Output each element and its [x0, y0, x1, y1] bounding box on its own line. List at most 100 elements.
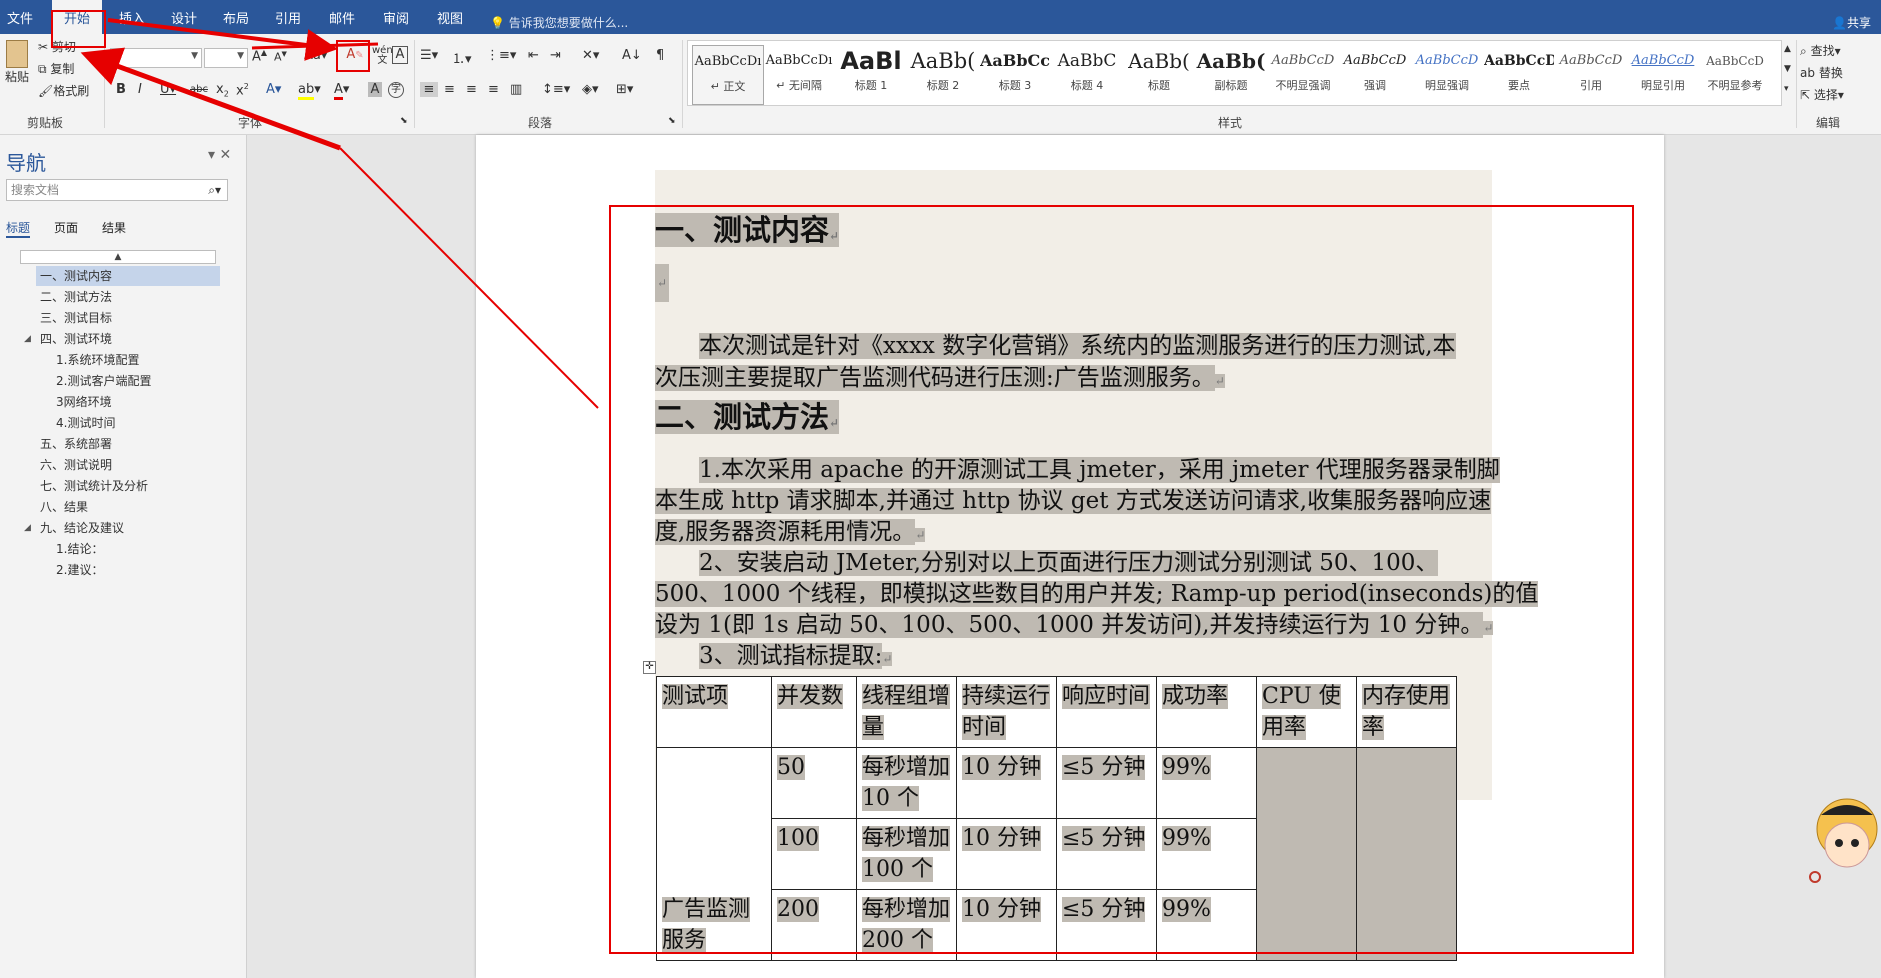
subscript-icon[interactable]: x2: [216, 82, 229, 99]
expand-triangle-icon[interactable]: ◢: [24, 523, 31, 533]
group-divider: [414, 40, 415, 128]
enclose-characters-icon[interactable]: 字: [388, 82, 404, 98]
chinese-layout-icon[interactable]: ✕▾: [582, 48, 599, 63]
shrink-font-icon[interactable]: A▼: [274, 50, 287, 64]
multilevel-list-icon[interactable]: ⋮≡▾: [486, 48, 516, 63]
collapse-all-button[interactable]: ▲: [20, 250, 216, 264]
expand-triangle-icon[interactable]: ◢: [24, 334, 31, 344]
tab-view[interactable]: 视图: [428, 0, 472, 34]
style-item[interactable]: AaBbCcD 不明显强调: [1268, 45, 1338, 103]
highlight-color-icon[interactable]: ab▾: [298, 82, 321, 100]
brush-icon: 🖌: [38, 84, 54, 98]
style-name: ↵ 正文: [710, 80, 746, 93]
copy-button[interactable]: ⧉ 复制: [38, 60, 74, 77]
font-color-icon[interactable]: A▾: [334, 82, 349, 100]
style-item[interactable]: AaBbCcD 明显引用: [1628, 45, 1698, 103]
superscript-icon[interactable]: x2: [236, 82, 249, 98]
nav-heading-item[interactable]: 3网络环境: [56, 392, 216, 412]
justify-icon[interactable]: ≡: [488, 82, 499, 97]
paste-button[interactable]: 粘贴: [4, 40, 30, 84]
distributed-icon[interactable]: ▥: [510, 82, 522, 97]
dialog-launcher-icon[interactable]: ⬊: [668, 116, 676, 126]
share-button[interactable]: 👤共享: [1832, 14, 1871, 31]
numbering-icon[interactable]: ⒈▾: [452, 48, 472, 67]
phonetic-guide-icon[interactable]: wén 文: [372, 46, 393, 66]
nav-heading-item[interactable]: 八、结果: [36, 497, 220, 517]
nav-heading-item[interactable]: 1.系统环境配置: [56, 350, 216, 370]
style-item[interactable]: AaBbCcD 强调: [1340, 45, 1410, 103]
shading-icon[interactable]: ◈▾: [582, 82, 599, 97]
nav-tab-results[interactable]: 结果: [102, 219, 126, 236]
nav-heading-item[interactable]: 二、测试方法: [36, 287, 220, 307]
format-painter-button[interactable]: 🖌格式刷: [38, 82, 89, 99]
align-center-icon[interactable]: ≡: [444, 82, 455, 97]
character-shading-icon[interactable]: A: [368, 82, 382, 97]
nav-heading-item[interactable]: 七、测试统计及分析: [36, 476, 220, 496]
nav-heading-item[interactable]: 2.建议：: [56, 560, 216, 580]
tab-references[interactable]: 引用: [266, 0, 310, 34]
tell-me-search[interactable]: 💡 告诉我您想要做什么...: [490, 14, 628, 31]
italic-icon[interactable]: I: [138, 82, 142, 97]
style-item[interactable]: AaBb(副标题: [1196, 45, 1266, 103]
align-right-icon[interactable]: ≡: [466, 82, 477, 97]
style-item[interactable]: AaBbCcD 要点: [1484, 45, 1554, 103]
nav-search-input[interactable]: 搜索文档 ⌕▾: [6, 179, 228, 201]
gallery-more-icon[interactable]: ▾: [1784, 84, 1789, 94]
lightbulb-icon: 💡: [490, 16, 505, 30]
grow-font-icon[interactable]: A▲: [252, 48, 267, 64]
text-effects-icon[interactable]: A▾: [266, 82, 281, 97]
strikethrough-icon[interactable]: abc: [190, 84, 208, 95]
nav-heading-item[interactable]: 四、测试环境: [36, 329, 220, 349]
font-name-combo[interactable]: ▼: [110, 48, 202, 68]
underline-icon[interactable]: U▾: [160, 82, 176, 97]
select-button[interactable]: ⇱ 选择▾: [1800, 86, 1844, 103]
nav-heading-item[interactable]: 4.测试时间: [56, 413, 216, 433]
sort-icon[interactable]: A↓: [622, 48, 642, 63]
nav-heading-item[interactable]: 2.测试客户端配置: [56, 371, 216, 391]
ribbon-home: 粘贴 ✂ 剪切 ⧉ 复制 🖌格式刷 剪贴板 ▼ ▼ A▲ A▼ Aa▾ A✎ w…: [0, 34, 1881, 135]
scissors-icon: ✂: [38, 40, 49, 54]
borders-icon[interactable]: ⊞▾: [616, 82, 633, 97]
change-case-icon[interactable]: Aa▾: [304, 48, 327, 63]
tab-file[interactable]: 文件: [2, 0, 38, 34]
style-item[interactable]: AaBbCc 标题 3: [980, 45, 1050, 103]
close-icon[interactable]: ▾ ✕: [208, 147, 231, 163]
style-item[interactable]: AaBbCcD 明显强调: [1412, 45, 1482, 103]
nav-tab-headings[interactable]: 标题: [6, 219, 31, 238]
nav-heading-item[interactable]: 一、测试内容: [36, 266, 220, 286]
show-marks-icon[interactable]: ¶: [656, 48, 664, 63]
style-item[interactable]: AaBbC 标题 4: [1052, 45, 1122, 103]
replace-button[interactable]: ab 替换: [1800, 64, 1843, 81]
style-item[interactable]: AaBbCcD 不明显参考: [1700, 45, 1770, 103]
style-item[interactable]: AaBb(标题 2: [908, 45, 978, 103]
tab-layout[interactable]: 布局: [214, 0, 258, 34]
style-item[interactable]: AaBbCcD 引用: [1556, 45, 1626, 103]
style-name: 明显强调: [1425, 79, 1469, 92]
dialog-launcher-icon[interactable]: ⬊: [400, 116, 408, 126]
increase-indent-icon[interactable]: ⇥: [550, 48, 561, 63]
tab-review[interactable]: 审阅: [374, 0, 418, 34]
nav-tab-pages[interactable]: 页面: [54, 219, 78, 236]
nav-heading-item[interactable]: 五、系统部署: [36, 434, 220, 454]
style-item[interactable]: AaBbCcDı ↵ 无间隔: [764, 45, 834, 103]
font-size-combo[interactable]: ▼: [204, 48, 248, 68]
character-border-icon[interactable]: A: [392, 46, 408, 64]
tab-insert[interactable]: 插入: [110, 0, 154, 34]
nav-heading-item[interactable]: 九、结论及建议: [36, 518, 220, 538]
line-spacing-icon[interactable]: ↕≡▾: [542, 82, 570, 97]
nav-heading-item[interactable]: 三、测试目标: [36, 308, 220, 328]
tab-mailings[interactable]: 邮件: [320, 0, 364, 34]
bullets-icon[interactable]: ☰▾: [420, 48, 438, 63]
decrease-indent-icon[interactable]: ⇤: [528, 48, 539, 63]
nav-heading-item[interactable]: 六、测试说明: [36, 455, 220, 475]
gallery-up-icon[interactable]: ▲: [1784, 44, 1791, 54]
align-left-icon[interactable]: ≡: [420, 82, 438, 97]
bold-icon[interactable]: B: [116, 82, 126, 97]
find-button[interactable]: ⌕ 查找▾: [1800, 42, 1841, 59]
style-item[interactable]: AaBl 标题 1: [836, 45, 906, 103]
nav-heading-item[interactable]: 1.结论：: [56, 539, 216, 559]
style-item[interactable]: AaBb(标题: [1124, 45, 1194, 103]
gallery-down-icon[interactable]: ▼: [1784, 64, 1791, 74]
style-item[interactable]: AaBbCcDı ↵ 正文: [692, 45, 764, 105]
tab-design[interactable]: 设计: [162, 0, 206, 34]
